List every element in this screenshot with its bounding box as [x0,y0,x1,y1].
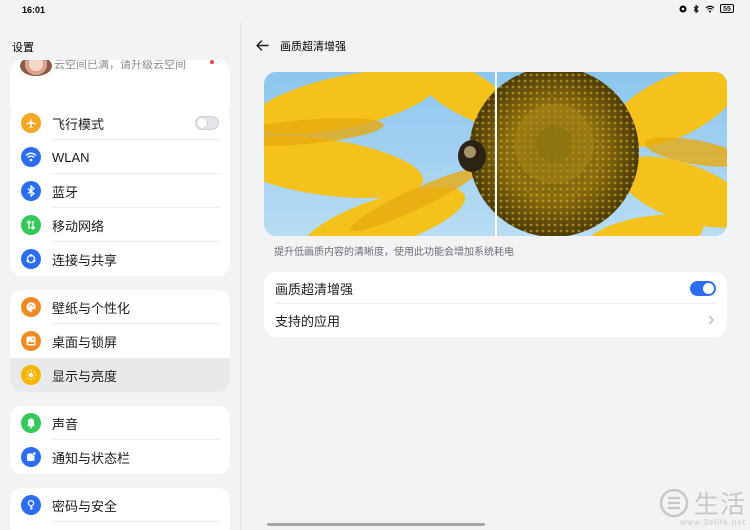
divider [52,521,220,522]
status-time: 16:01 [22,5,46,15]
super-resolution-row[interactable]: 画质超清增强 [264,272,727,304]
cloud-storage-warning: 云空间已满，请升级云空间 [54,60,186,71]
sidebar-item-connection-sharing[interactable]: 连接与共享 [10,242,230,276]
mobile-data-icon [21,215,41,235]
sidebar-item-label: 连接与共享 [52,252,118,268]
notification-dot [210,60,214,64]
sidebar-item-notifications-statusbar[interactable]: 通知与状态栏 [10,440,230,474]
signal-icon [679,5,687,12]
battery-icon: 55 [720,4,734,13]
sidebar-item-wallpaper[interactable]: 壁纸与个性化 [10,290,230,324]
sidebar-item-label: 显示与亮度 [52,368,118,384]
sidebar-item-label: 声音 [52,416,79,432]
watermark: 生活 [657,485,746,521]
enhancement-comparison-image [264,72,727,236]
sidebar-item-mobile-network[interactable]: 移动网络 [10,208,230,242]
back-button[interactable] [254,37,270,53]
sidebar-item-display-brightness[interactable]: 显示与亮度 [10,358,230,392]
back-arrow-icon [255,39,269,51]
chevron-right-icon [708,315,714,325]
enhancement-settings-card: 画质超清增强 支持的应用 [264,272,727,337]
sidebar-item-label: WLAN [52,149,90,165]
settings-sidebar: 设置 云空间已满，请升级云空间 飞行模式 WLAN 蓝牙 移动网络 连接与共享 … [0,22,241,530]
airplane-mode-toggle[interactable] [195,116,219,130]
sidebar-group-sound-notifications: 声音 通知与状态栏 [10,406,230,474]
wifi-icon [21,147,41,167]
watermark-url: www.3elife.net [680,518,746,527]
sidebar-item-label: 蓝牙 [52,184,79,200]
sidebar-item-sound[interactable]: 声音 [10,406,230,440]
status-bar: 16:01 55 [0,0,750,22]
status-icons: 55 [679,4,734,13]
lock-icon [21,495,41,515]
sidebar-item-label: 移动网络 [52,218,105,234]
watermark-text: 生活 [693,490,746,519]
row-label: 画质超清增强 [275,281,354,297]
notification-icon [21,447,41,467]
connection-share-icon [21,249,41,269]
sidebar-item-label: 飞行模式 [52,116,105,132]
sidebar-title: 设置 [12,42,34,54]
sidebar-item-password-security[interactable]: 密码与安全 [10,488,230,522]
sidebar-item-label: 桌面与锁屏 [52,334,118,350]
sidebar-item-desktop-lockscreen[interactable]: 桌面与锁屏 [10,324,230,358]
bluetooth-icon [21,181,41,201]
brightness-icon [21,365,41,385]
sidebar-group-connectivity: 飞行模式 WLAN 蓝牙 移动网络 连接与共享 [10,106,230,276]
feature-description: 提升低画质内容的清晰度，使用此功能会增加系统耗电 [274,247,514,258]
sidebar-item-label: 通知与状态栏 [52,450,131,466]
palette-icon [21,297,41,317]
row-label: 支持的应用 [275,313,341,329]
page-title: 画质超清增强 [280,41,346,53]
sidebar-item-airplane-mode[interactable]: 飞行模式 [10,106,230,140]
sidebar-item-label: 密码与安全 [52,498,118,514]
bell-icon [21,413,41,433]
desktop-icon [21,331,41,351]
sidebar-item-wlan[interactable]: WLAN [10,140,230,174]
wifi-icon [705,5,715,12]
supported-apps-row[interactable]: 支持的应用 [264,304,727,336]
avatar [20,60,52,76]
sidebar-group-security: 密码与安全 [10,488,230,530]
sunflower-comparison-illustration [264,72,727,236]
super-resolution-toggle[interactable] [690,281,716,296]
watermark-logo-icon [659,488,689,518]
sidebar-item-bluetooth[interactable]: 蓝牙 [10,174,230,208]
home-indicator[interactable] [267,523,485,526]
detail-pane: 画质超清增强 提升低画质内容的清晰度，使用此功能会增加系统耗电 画质超清增强 支… [241,22,750,530]
bluetooth-icon [693,4,699,13]
airplane-icon [21,113,41,133]
sidebar-item-label: 壁纸与个性化 [52,300,131,316]
sidebar-group-personalization: 壁纸与个性化 桌面与锁屏 显示与亮度 [10,290,230,392]
